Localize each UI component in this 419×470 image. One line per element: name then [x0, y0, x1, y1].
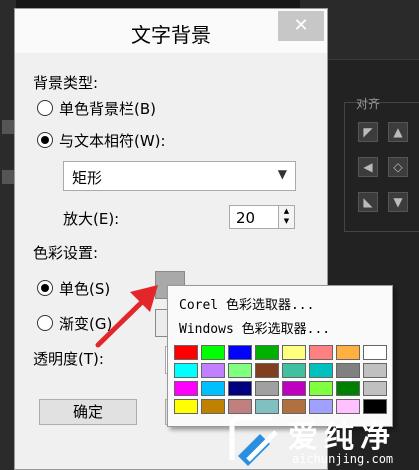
- palette-color-cell[interactable]: [201, 381, 225, 396]
- palette-color-cell[interactable]: [282, 345, 306, 360]
- color-picker-popup: Corel 色彩选取器... Windows 色彩选取器...: [167, 285, 393, 427]
- palette-color-cell[interactable]: [228, 345, 252, 360]
- palette-color-cell[interactable]: [363, 381, 387, 396]
- palette-color-cell[interactable]: [309, 345, 333, 360]
- palette-color-cell[interactable]: [363, 363, 387, 378]
- palette-color-cell[interactable]: [174, 345, 198, 360]
- watermark-url: aichunjing.com: [292, 452, 394, 466]
- watermark: 爱纯净 aichunjing.com: [226, 410, 419, 470]
- watermark-brand: 爱纯净: [288, 420, 396, 455]
- palette-color-cell[interactable]: [282, 381, 306, 396]
- aichunjing-logo-icon: [229, 415, 278, 466]
- palette-color-cell[interactable]: [228, 363, 252, 378]
- palette-color-cell[interactable]: [282, 363, 306, 378]
- palette-color-cell[interactable]: [174, 381, 198, 396]
- color-palette: [174, 345, 387, 414]
- palette-color-cell[interactable]: [255, 363, 279, 378]
- corel-color-picker-item[interactable]: Corel 色彩选取器...: [179, 294, 314, 313]
- palette-color-cell[interactable]: [363, 345, 387, 360]
- palette-color-cell[interactable]: [201, 399, 225, 414]
- windows-color-picker-item[interactable]: Windows 色彩选取器...: [179, 318, 330, 337]
- palette-color-cell[interactable]: [336, 345, 360, 360]
- palette-color-cell[interactable]: [201, 363, 225, 378]
- palette-color-cell[interactable]: [201, 345, 225, 360]
- palette-color-cell[interactable]: [336, 381, 360, 396]
- palette-color-cell[interactable]: [255, 345, 279, 360]
- palette-color-cell[interactable]: [336, 363, 360, 378]
- palette-color-cell[interactable]: [309, 363, 333, 378]
- palette-color-cell[interactable]: [309, 381, 333, 396]
- palette-color-cell[interactable]: [228, 381, 252, 396]
- palette-color-cell[interactable]: [174, 399, 198, 414]
- palette-color-cell[interactable]: [255, 381, 279, 396]
- palette-color-cell[interactable]: [174, 363, 198, 378]
